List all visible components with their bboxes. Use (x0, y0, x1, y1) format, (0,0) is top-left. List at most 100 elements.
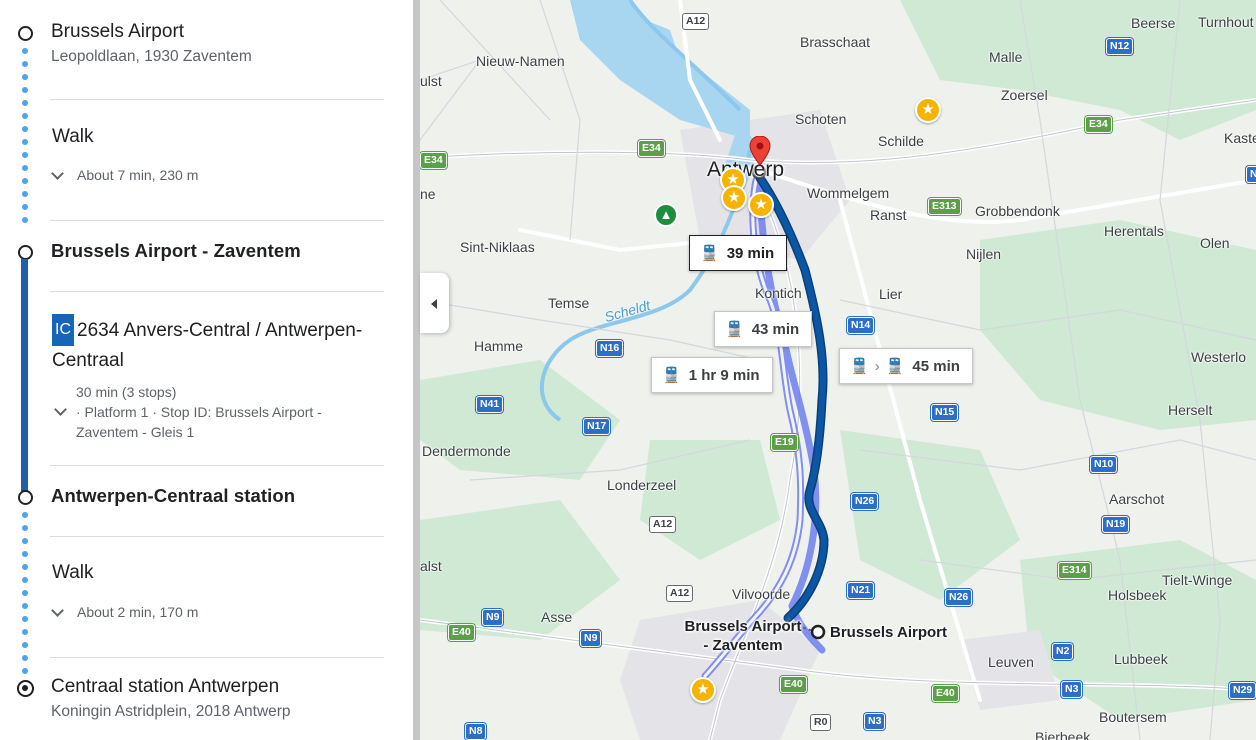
chevron-down-icon[interactable] (52, 170, 62, 180)
road-shield: N3 (1061, 681, 1083, 698)
destination-pin-icon[interactable] (749, 136, 771, 166)
place-label: Westerlo (1191, 349, 1246, 365)
road-shield: N16 (596, 340, 624, 357)
chevron-down-icon[interactable] (52, 607, 62, 617)
panel-scrollbar[interactable] (413, 0, 420, 740)
origin-name[interactable]: Brussels Airport (51, 21, 184, 43)
place-label: Nieuw-Namen (476, 53, 565, 69)
alight-station-node-icon (18, 490, 33, 505)
place-label: Temse (548, 295, 590, 311)
road-shield: N14 (847, 317, 875, 334)
train-icon: 🚆 (700, 245, 719, 262)
route-option-chip[interactable]: 🚆 › 🚆 45 min (839, 348, 973, 384)
place-label: Schilde (878, 133, 924, 149)
place-label: Herselt (1168, 402, 1213, 418)
walk-step-label: Walk (52, 562, 94, 583)
train-service[interactable]: IC 2634 Anvers-Central / Antwerpen-Centra… (52, 314, 382, 376)
road-shield: N26 (851, 493, 879, 510)
walk-details-toggle[interactable]: About 2 min, 170 m (52, 604, 198, 620)
transfer-arrow-icon: › (874, 357, 880, 375)
train-name: 2634 Anvers-Central / Antwerpen-Centraal (52, 320, 363, 371)
place-label: Lubbeek (1114, 651, 1168, 667)
road-shield: N8 (465, 723, 487, 740)
walk-details-toggle[interactable]: About 7 min, 230 m (52, 167, 198, 183)
place-label: Olen (1200, 235, 1230, 251)
station-map-label[interactable]: Brussels Airport - Zaventem (678, 617, 808, 655)
road-shield: E40 (448, 624, 475, 641)
road-shield: E40 (932, 685, 959, 702)
board-station-node-icon (18, 245, 33, 260)
train-icon: 🚆 (662, 367, 681, 384)
walk-summary: About 2 min, 170 m (77, 604, 199, 620)
origin-node-icon (18, 26, 33, 41)
divider (50, 220, 384, 221)
origin-map-label[interactable]: Brussels Airport (830, 623, 947, 642)
place-label: Turnhout (1198, 14, 1254, 30)
place-label: Schoten (795, 111, 847, 127)
road-shield: N3 (1246, 166, 1256, 183)
place-label: Hamme (474, 338, 524, 354)
collapse-panel-button[interactable] (420, 273, 449, 333)
place-label: Kaste (1224, 130, 1256, 146)
train-platform-details: · Platform 1 · Stop ID: Brussels Airport… (76, 404, 322, 440)
route-duration: 1 hr 9 min (688, 366, 760, 384)
rail-line (21, 259, 28, 491)
board-station-name[interactable]: Brussels Airport - Zaventem (51, 240, 301, 262)
place-label: Malle (989, 49, 1023, 65)
road-shield: A12 (682, 13, 710, 30)
road-shield: E314 (1058, 562, 1091, 579)
divider (50, 99, 384, 100)
road-shield: N26 (945, 589, 973, 606)
place-label: Ranst (870, 207, 907, 223)
road-shield: N3 (864, 713, 886, 730)
destination-name[interactable]: Centraal station Antwerpen (51, 676, 279, 698)
place-label: Grobbendonk (975, 203, 1060, 219)
road-shield: E19 (771, 434, 798, 451)
divider (50, 465, 384, 466)
train-icon: 🚆 (725, 321, 744, 338)
place-label: Herentals (1104, 223, 1164, 239)
starred-place-icon[interactable]: ★ (915, 97, 941, 123)
route-option-chip[interactable]: 🚆 43 min (714, 311, 813, 347)
place-label: Nijlen (966, 246, 1002, 262)
route-duration: 39 min (726, 244, 775, 262)
place-label: Aarschot (1109, 491, 1165, 507)
train-type-badge: IC (52, 314, 74, 346)
place-label: Leuven (988, 654, 1034, 670)
place-label: Vilvoorde (732, 586, 791, 602)
starred-place-icon[interactable]: ★ (721, 185, 747, 211)
alight-station-name[interactable]: Antwerpen-Centraal station (51, 485, 295, 507)
place-label: Dendermonde (422, 443, 511, 459)
place-label: Asse (541, 609, 573, 625)
place-label: ne (420, 186, 436, 202)
place-label: Beerse (1131, 15, 1176, 31)
road-shield: N29 (1229, 682, 1256, 699)
walk-dots-icon (22, 512, 28, 681)
place-label: ulst (420, 73, 442, 89)
place-label: Zoersel (1001, 87, 1048, 103)
place-label: Lier (879, 286, 903, 302)
walk-summary: About 7 min, 230 m (77, 167, 199, 183)
starred-place-icon[interactable]: ★ (690, 677, 716, 703)
destination-address: Koningin Astridplein, 2018 Antwerp (51, 703, 291, 720)
divider (50, 536, 384, 537)
map-canvas[interactable]: Brasschaat Beerse Turnhout Nieuw-Namen M… (420, 0, 1256, 740)
road-shield: E34 (1085, 116, 1112, 133)
starred-place-icon[interactable]: ★ (748, 192, 774, 218)
place-label: Holsbeek (1108, 587, 1167, 603)
destination-node-icon (17, 680, 34, 697)
divider (50, 291, 384, 292)
park-icon[interactable]: ▲ (654, 203, 678, 227)
place-label: Bierbeek (1035, 729, 1091, 740)
train-icon: 🚆 (885, 358, 905, 375)
place-label: Tielt-Winge (1162, 572, 1233, 588)
route-option-chip[interactable]: 🚆 39 min (689, 235, 788, 271)
road-shield: N10 (1090, 456, 1118, 473)
road-shield: N17 (583, 418, 611, 435)
train-icon: 🚆 (850, 358, 869, 375)
divider (50, 657, 384, 658)
chevron-down-icon[interactable] (55, 406, 65, 416)
route-option-chip[interactable]: 🚆 1 hr 9 min (651, 357, 773, 393)
place-label: Boutersem (1099, 709, 1167, 725)
road-shield: R0 (810, 714, 832, 731)
